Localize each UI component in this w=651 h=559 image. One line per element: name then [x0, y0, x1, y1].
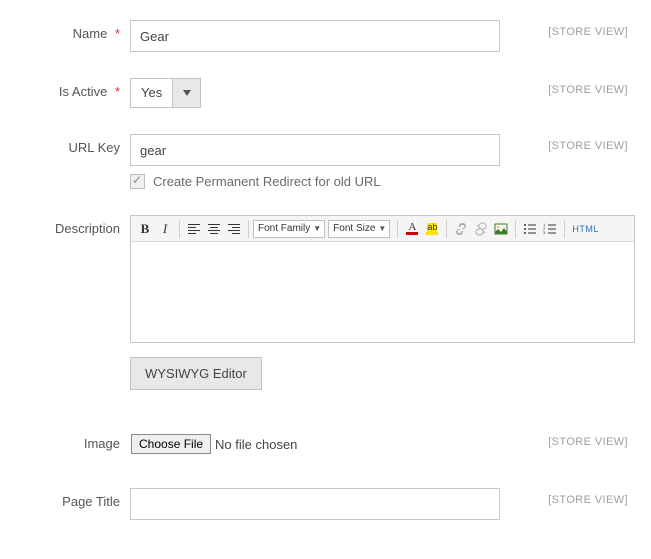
chevron-down-icon: ▼ — [378, 224, 386, 233]
text-color-swatch — [406, 232, 418, 235]
required-marker: * — [115, 84, 120, 99]
toolbar-separator — [515, 220, 516, 238]
bullet-list-icon — [523, 222, 537, 236]
page-title-input[interactable] — [130, 488, 500, 520]
scope-name: [STORE VIEW] — [500, 20, 636, 38]
label-description-text: Description — [55, 221, 120, 236]
text-color-button[interactable]: A — [403, 220, 421, 238]
link-button[interactable] — [452, 220, 470, 238]
italic-button[interactable]: I — [156, 220, 174, 238]
required-marker: * — [115, 26, 120, 41]
font-size-select[interactable]: Font Size ▼ — [328, 220, 390, 238]
scope-page-title: [STORE VIEW] — [500, 488, 636, 506]
label-name: Name * — [15, 20, 130, 41]
highlight-label: ab — [427, 223, 437, 232]
label-url-key-text: URL Key — [68, 140, 120, 155]
image-button[interactable] — [492, 220, 510, 238]
unlink-icon — [474, 222, 488, 236]
chevron-down-icon: ▼ — [313, 224, 321, 233]
align-right-icon — [227, 222, 241, 236]
font-size-label: Font Size — [333, 223, 375, 234]
url-key-input[interactable] — [130, 134, 500, 166]
label-is-active: Is Active * — [15, 78, 130, 99]
wysiwyg-editor-button[interactable]: WYSIWYG Editor — [130, 357, 262, 390]
scope-image: [STORE VIEW] — [500, 430, 636, 448]
highlight-swatch — [426, 232, 438, 235]
align-center-icon — [207, 222, 221, 236]
align-center-button[interactable] — [205, 220, 223, 238]
is-active-select[interactable]: Yes — [130, 78, 201, 108]
unlink-button[interactable] — [472, 220, 490, 238]
toolbar-separator — [564, 220, 565, 238]
link-icon — [454, 222, 468, 236]
html-source-button[interactable]: HTML — [570, 220, 601, 238]
redirect-checkbox-label: Create Permanent Redirect for old URL — [153, 174, 381, 189]
rte-textarea[interactable] — [131, 242, 634, 342]
field-url-key: Create Permanent Redirect for old URL — [130, 134, 500, 189]
field-name — [130, 20, 500, 52]
chevron-down-icon — [183, 90, 191, 96]
toolbar-separator — [446, 220, 447, 238]
scope-is-active: [STORE VIEW] — [500, 78, 636, 96]
redirect-checkbox[interactable] — [130, 174, 145, 189]
image-icon — [494, 222, 508, 236]
scope-url-key: [STORE VIEW] — [500, 134, 636, 152]
label-page-title-text: Page Title — [62, 494, 120, 509]
field-is-active: Yes — [130, 78, 500, 108]
align-left-icon — [187, 222, 201, 236]
font-family-label: Font Family — [258, 223, 310, 234]
label-image-text: Image — [84, 436, 120, 451]
number-list-button[interactable]: 123 — [541, 220, 559, 238]
form-wrapper: Name * [STORE VIEW] Is Active * Yes [STO… — [0, 0, 651, 550]
name-input[interactable] — [130, 20, 500, 52]
label-is-active-text: Is Active — [59, 84, 107, 99]
toolbar-separator — [248, 220, 249, 238]
rte-toolbar: B I Font Family ▼ — [131, 216, 634, 242]
row-description: Description B I — [15, 215, 636, 390]
label-description: Description — [15, 215, 130, 236]
toolbar-separator — [397, 220, 398, 238]
field-description: B I Font Family ▼ — [130, 215, 635, 390]
row-name: Name * [STORE VIEW] — [15, 20, 636, 52]
row-is-active: Is Active * Yes [STORE VIEW] — [15, 78, 636, 108]
redirect-checkbox-row: Create Permanent Redirect for old URL — [130, 174, 500, 189]
row-image: Image Choose File No file chosen [STORE … — [15, 430, 636, 458]
bullet-list-button[interactable] — [521, 220, 539, 238]
field-page-title — [130, 488, 500, 520]
font-family-select[interactable]: Font Family ▼ — [253, 220, 325, 238]
toolbar-separator — [179, 220, 180, 238]
is-active-value: Yes — [131, 79, 172, 107]
svg-text:3: 3 — [543, 230, 546, 235]
label-url-key: URL Key — [15, 134, 130, 155]
text-color-letter: A — [408, 223, 416, 232]
file-status-label: No file chosen — [215, 437, 297, 452]
field-image: Choose File No file chosen — [130, 430, 500, 458]
label-name-text: Name — [73, 26, 108, 41]
bold-button[interactable]: B — [136, 220, 154, 238]
rich-text-editor: B I Font Family ▼ — [130, 215, 635, 343]
label-page-title: Page Title — [15, 488, 130, 509]
label-image: Image — [15, 430, 130, 451]
align-right-button[interactable] — [225, 220, 243, 238]
highlight-button[interactable]: ab — [423, 220, 441, 238]
row-page-title: Page Title [STORE VIEW] — [15, 488, 636, 520]
align-left-button[interactable] — [185, 220, 203, 238]
row-url-key: URL Key Create Permanent Redirect for ol… — [15, 134, 636, 189]
choose-file-button[interactable]: Choose File — [131, 434, 211, 454]
is-active-dropdown-button[interactable] — [172, 79, 200, 107]
number-list-icon: 123 — [543, 222, 557, 236]
